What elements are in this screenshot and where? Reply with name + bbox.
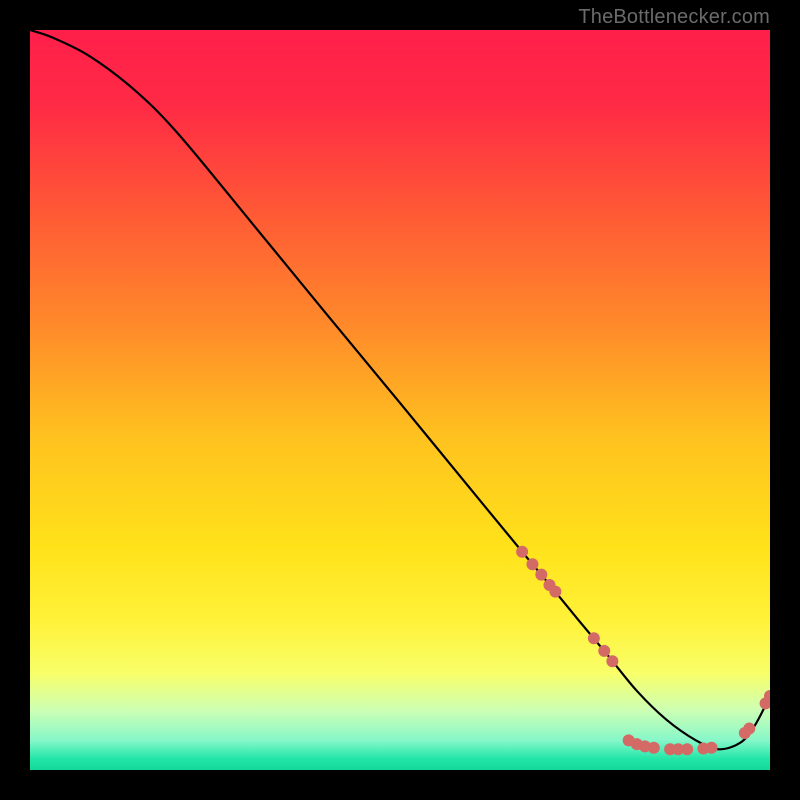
chart-overlay <box>30 30 770 770</box>
marker-dot <box>648 742 660 754</box>
marker-dot <box>743 723 755 735</box>
marker-dot <box>535 569 547 581</box>
marker-dot <box>598 645 610 657</box>
marker-dot <box>549 586 561 598</box>
marker-dot <box>588 632 600 644</box>
marker-dot <box>706 742 718 754</box>
plot-area <box>30 30 770 770</box>
marker-dot <box>526 558 538 570</box>
curve-line <box>30 30 770 749</box>
marker-dot <box>681 743 693 755</box>
chart-stage: TheBottlenecker.com <box>0 0 800 800</box>
watermark-text: TheBottlenecker.com <box>578 6 770 29</box>
marker-dot <box>516 546 528 558</box>
marker-dots <box>516 546 770 756</box>
marker-dot <box>606 655 618 667</box>
